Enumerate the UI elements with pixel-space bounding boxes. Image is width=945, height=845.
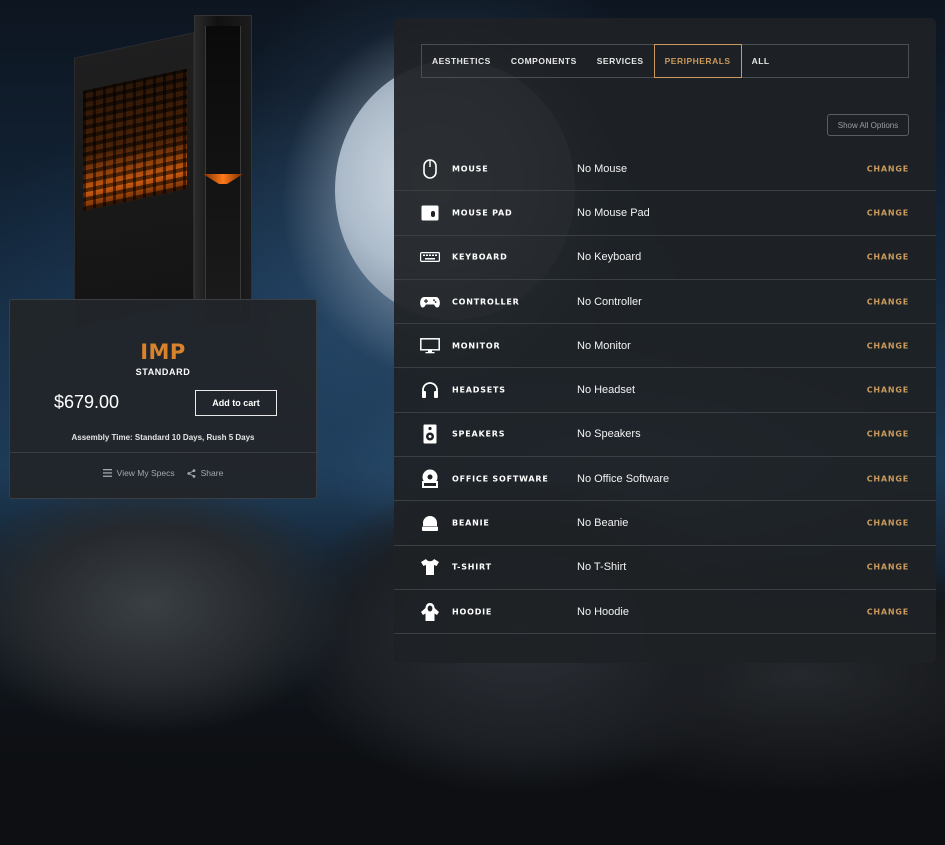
change-mouse-button[interactable]: CHANGE	[867, 164, 909, 173]
mouse-pad-icon	[420, 203, 440, 223]
option-row-office-software: OFFICE SOFTWARE No Office Software CHANG…	[394, 457, 936, 502]
option-row-mouse: MOUSE No Mouse CHANGE	[394, 147, 936, 192]
tower-grill	[83, 68, 187, 211]
hoodie-icon	[420, 602, 440, 622]
option-name: MOUSE	[452, 164, 489, 174]
option-row-speakers: SPEAKERS No Speakers CHANGE	[394, 413, 936, 458]
speaker-icon	[420, 424, 440, 444]
option-value: No Mouse Pad	[577, 206, 650, 219]
option-name: OFFICE SOFTWARE	[452, 474, 549, 484]
view-specs-link[interactable]: View My Specs	[102, 468, 175, 478]
option-value: No Beanie	[577, 517, 629, 530]
change-hoodie-button[interactable]: CHANGE	[867, 607, 909, 616]
product-card: IMP STANDARD $679.00 Add to cart Assembl…	[9, 299, 317, 499]
change-tshirt-button[interactable]: CHANGE	[867, 563, 909, 572]
tab-components[interactable]: COMPONENTS	[501, 45, 587, 77]
tower-front-slit	[205, 26, 241, 316]
tab-peripherals[interactable]: PERIPHERALS	[653, 44, 742, 78]
option-name: CONTROLLER	[452, 297, 520, 307]
tab-all[interactable]: ALL	[742, 45, 780, 77]
assembly-time: Assembly Time: Standard 10 Days, Rush 5 …	[71, 433, 255, 442]
option-name: HEADSETS	[452, 385, 506, 395]
option-value: No Mouse	[577, 162, 628, 175]
option-row-controller: CONTROLLER No Controller CHANGE	[394, 280, 936, 325]
option-name: MOUSE PAD	[452, 208, 513, 218]
tower-side-panel	[74, 32, 194, 328]
option-value: No Hoodie	[577, 605, 629, 618]
share-icon	[187, 468, 196, 478]
option-row-beanie: BEANIE No Beanie CHANGE	[394, 501, 936, 546]
option-value: No Monitor	[577, 339, 631, 352]
show-all-options-button[interactable]: Show All Options	[827, 114, 909, 136]
option-value: No T-Shirt	[577, 561, 627, 574]
pc-tower-image	[74, 15, 254, 328]
option-value: No Speakers	[577, 428, 641, 441]
option-name: SPEAKERS	[452, 429, 506, 439]
change-beanie-button[interactable]: CHANGE	[867, 519, 909, 528]
change-keyboard-button[interactable]: CHANGE	[867, 253, 909, 262]
controller-icon	[420, 292, 440, 312]
option-name: HOODIE	[452, 607, 493, 617]
card-links: View My Specs Share	[10, 468, 316, 478]
keyboard-icon	[420, 247, 440, 267]
option-name: BEANIE	[452, 518, 490, 528]
tab-services[interactable]: SERVICES	[587, 45, 654, 77]
option-name: T-SHIRT	[452, 562, 492, 572]
change-speakers-button[interactable]: CHANGE	[867, 430, 909, 439]
option-row-hoodie: HOODIE No Hoodie CHANGE	[394, 590, 936, 635]
option-name: MONITOR	[452, 341, 501, 351]
category-tabs: AESTHETICS COMPONENTS SERVICES PERIPHERA…	[421, 44, 909, 78]
mouse-icon	[420, 158, 440, 179]
option-value: No Office Software	[577, 472, 670, 485]
card-divider	[10, 452, 316, 453]
product-price: $679.00	[54, 392, 120, 412]
peripheral-options-list: MOUSE No Mouse CHANGE MOUSE PAD No Mouse…	[394, 147, 936, 635]
option-value: No Controller	[577, 295, 642, 308]
change-mouse-pad-button[interactable]: CHANGE	[867, 208, 909, 217]
options-panel: AESTHETICS COMPONENTS SERVICES PERIPHERA…	[394, 18, 936, 663]
option-name: KEYBOARD	[452, 252, 508, 262]
option-row-headsets: HEADSETS No Headset CHANGE	[394, 368, 936, 413]
monitor-icon	[420, 336, 440, 356]
change-controller-button[interactable]: CHANGE	[867, 297, 909, 306]
tower-front-panel	[194, 15, 252, 325]
option-row-monitor: MONITOR No Monitor CHANGE	[394, 324, 936, 369]
change-monitor-button[interactable]: CHANGE	[867, 341, 909, 350]
share-label: Share	[200, 468, 224, 478]
headset-icon	[420, 380, 440, 400]
product-tier: STANDARD	[135, 367, 191, 377]
product-name: IMP	[140, 340, 186, 364]
option-row-tshirt: T-SHIRT No T-Shirt CHANGE	[394, 546, 936, 590]
option-value: No Headset	[577, 384, 636, 397]
change-headsets-button[interactable]: CHANGE	[867, 386, 909, 395]
list-icon	[102, 469, 112, 477]
view-specs-label: View My Specs	[116, 468, 175, 478]
tshirt-icon	[420, 557, 440, 577]
share-link[interactable]: Share	[187, 468, 224, 478]
change-office-software-button[interactable]: CHANGE	[867, 474, 909, 483]
option-row-keyboard: KEYBOARD No Keyboard CHANGE	[394, 236, 936, 280]
software-disc-icon	[420, 469, 440, 489]
add-to-cart-button[interactable]: Add to cart	[195, 390, 277, 416]
beanie-icon	[420, 513, 440, 533]
option-row-mouse-pad: MOUSE PAD No Mouse Pad CHANGE	[394, 191, 936, 236]
option-value: No Keyboard	[577, 251, 642, 264]
tab-aesthetics[interactable]: AESTHETICS	[422, 45, 501, 77]
